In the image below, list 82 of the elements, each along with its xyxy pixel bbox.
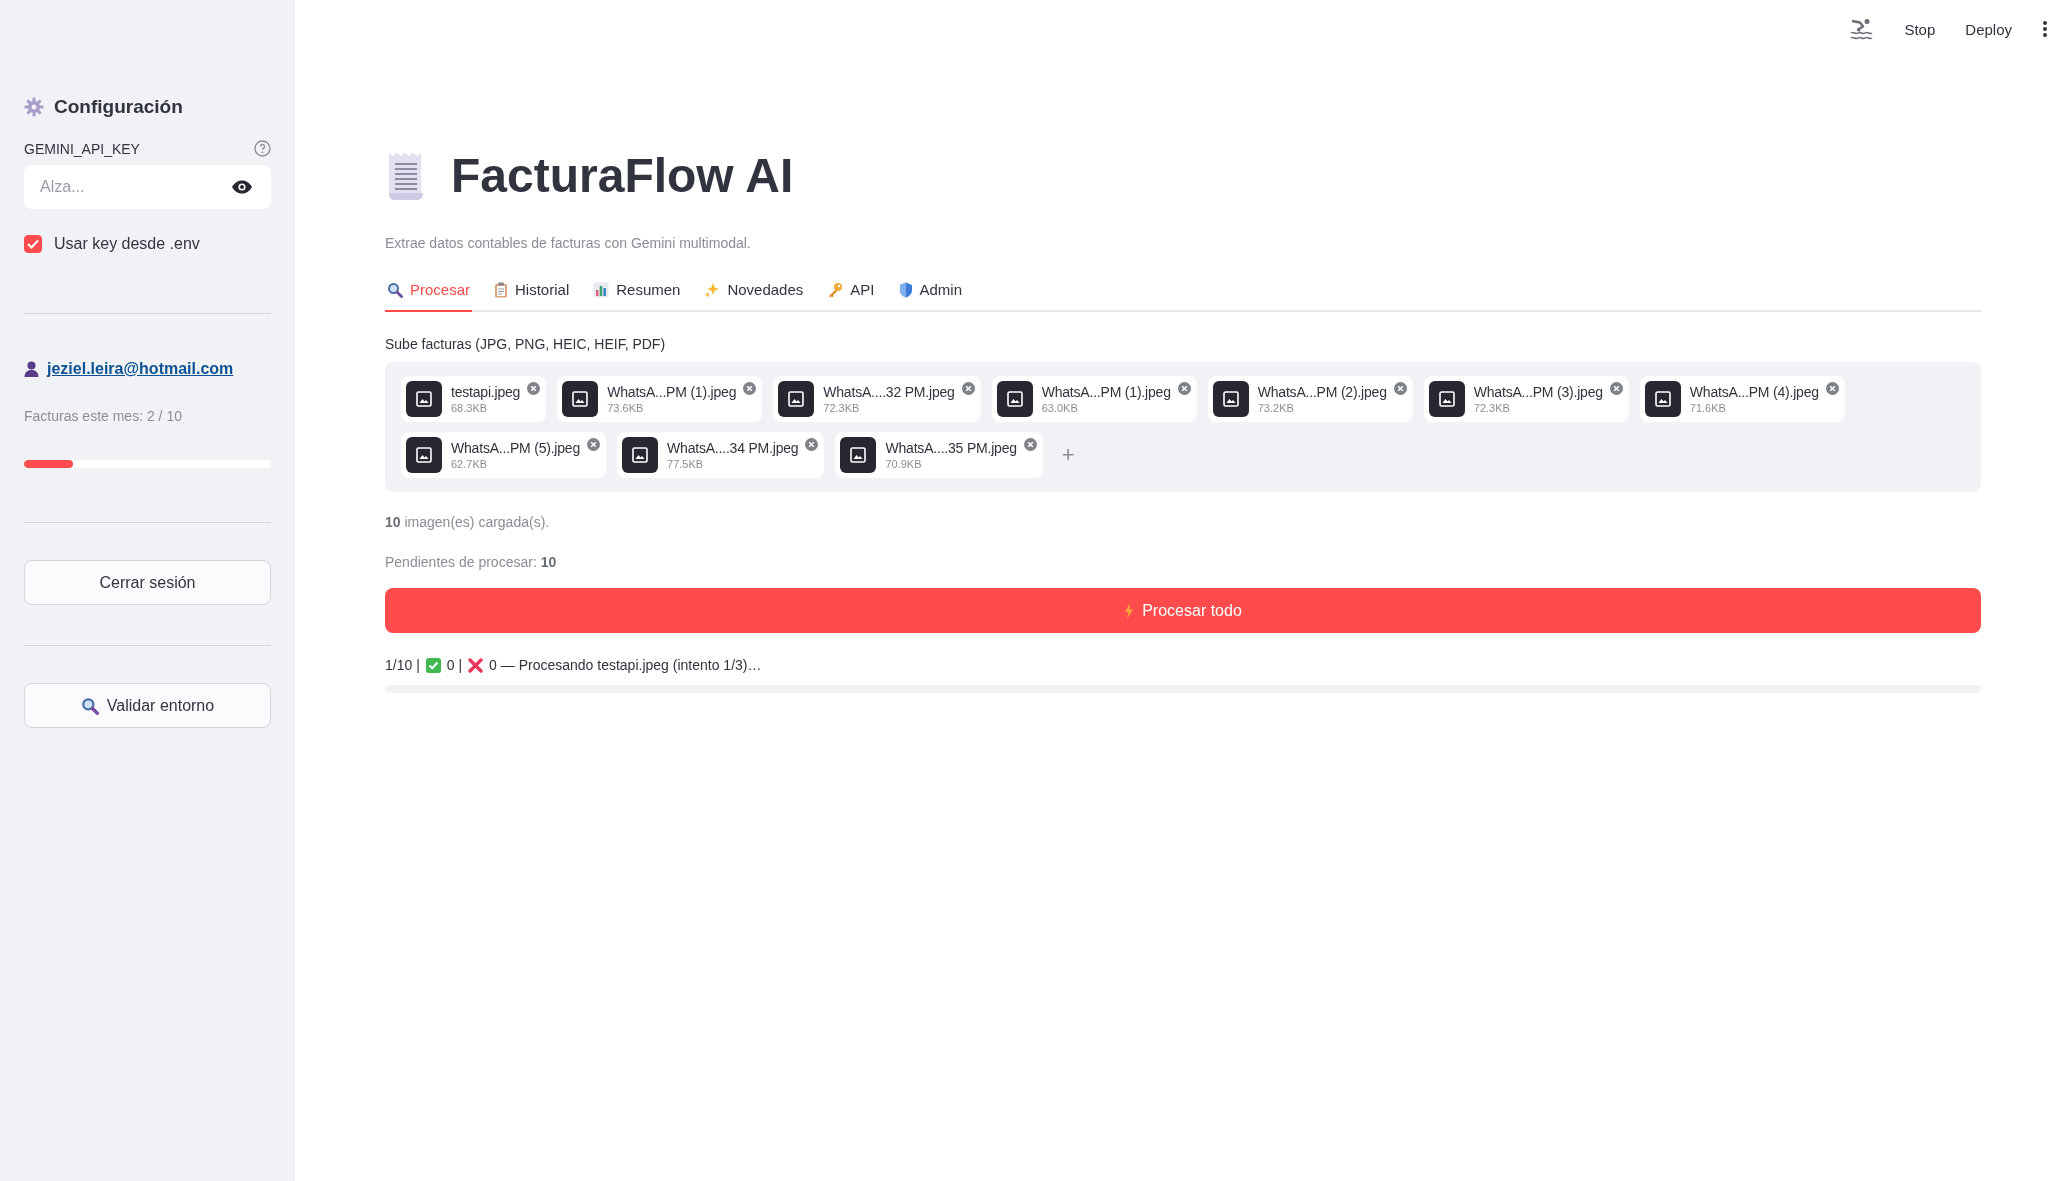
image-file-icon [1212,381,1249,417]
lightning-icon [1124,602,1135,619]
remove-icon[interactable] [743,382,757,395]
checkbox-label: Usar key desde .env [54,235,200,253]
clipboard-icon [494,281,509,298]
logout-button[interactable]: Cerrar sesión [24,560,271,605]
usage-text: Facturas este mes: 2 / 10 [24,408,183,424]
image-file-icon [406,381,442,417]
file-size: 77.5KB [667,458,705,470]
file-name: WhatsA....32 PM.jpeg [823,384,955,400]
image-file-icon [562,381,599,417]
image-file-icon [406,437,442,473]
file-name: WhatsA...PM (5).jpeg [451,440,581,456]
help-icon[interactable] [254,140,271,157]
file-name: WhatsA....34 PM.jpeg [667,440,799,456]
file-size: 72.3KB [823,402,861,414]
tab[interactable]: Resumen [591,281,683,312]
checkbox[interactable] [24,235,42,253]
file-size: 72.3KB [1473,402,1511,414]
person-icon [24,361,39,377]
remove-icon[interactable] [805,438,819,451]
status-message: 0 — Procesando testapi.jpeg (intento 1/3)… [489,657,762,673]
remove-icon[interactable] [1393,382,1407,395]
tab[interactable]: Admin [896,281,965,312]
shield-icon [898,281,913,298]
field-label: GEMINI_API_KEY [24,140,140,157]
uploader-label: Sube facturas (JPG, PNG, HEIC, HEIF, PDF) [385,336,667,352]
email-link[interactable]: jeziel.leira@hotmail.com [47,360,234,378]
more-icon[interactable] [2042,20,2048,38]
pending-count-text: Pendientes de procesar: 10 [385,554,558,570]
image-file-icon [1428,381,1465,417]
app-title: FacturaFlow AI [451,148,794,203]
sparkles-icon [704,281,721,298]
key-icon [827,281,844,298]
subtitle: Extrae datos contables de facturas con Gemini multimodal. [385,235,752,251]
file-name: WhatsA....35 PM.jpeg [885,440,1017,456]
file-size: 73.6KB [607,402,645,414]
file-size: 63.0KB [1041,402,1079,414]
file-size: 71.6KB [1689,402,1727,414]
file-name: WhatsA...PM (1).jpeg [607,384,737,400]
tab[interactable]: Historial [492,281,572,312]
remove-icon[interactable] [1177,382,1191,395]
tab[interactable]: API [825,281,877,312]
validate-button[interactable]: Validar entorno [24,683,271,728]
remove-icon[interactable] [1825,382,1839,395]
progress-count: 1/10 | [385,657,420,673]
file-size: 68.3KB [451,402,489,414]
stop-button[interactable]: Stop [1904,20,1936,38]
check-mark-icon [425,657,441,673]
file-name: testapi.jpeg [451,384,521,400]
file-size: 62.7KB [451,458,489,470]
cross-mark-icon [468,657,484,673]
remove-icon[interactable] [1609,382,1623,395]
success-count: 0 | [446,657,463,673]
file-name: WhatsA...PM (2).jpeg [1257,384,1387,400]
swimmer-icon[interactable] [1850,18,1875,40]
loaded-count-text: 10 imagen(es) cargada(s). [385,514,551,530]
remove-icon[interactable] [961,382,975,395]
deploy-button[interactable]: Deploy [1965,20,2012,38]
file-name: WhatsA...PM (1).jpeg [1041,384,1171,400]
image-file-icon [622,437,659,473]
file-dropzone[interactable] [385,362,1981,492]
gear-icon [24,97,44,117]
image-file-icon [1644,381,1681,417]
bar-chart-icon [593,281,610,298]
file-size: 70.9KB [885,458,923,470]
file-size: 73.2KB [1257,402,1295,414]
image-file-icon [996,381,1033,417]
image-file-icon [840,437,877,473]
tab[interactable]: Novedades [702,281,806,312]
magnifier-icon [80,696,99,715]
remove-icon[interactable] [527,382,541,395]
remove-icon[interactable] [587,438,601,451]
file-name: WhatsA...PM (4).jpeg [1689,384,1819,400]
api-key-input[interactable]: Alza... [38,164,231,210]
file-name: WhatsA...PM (3).jpeg [1473,384,1603,400]
sidebar-title: Configuración [54,96,183,118]
eye-icon[interactable] [231,180,253,194]
image-file-icon [778,381,815,417]
remove-icon[interactable] [1023,438,1037,451]
api-key-field[interactable]: Alza... [24,165,271,209]
magnifier-icon [387,281,403,298]
